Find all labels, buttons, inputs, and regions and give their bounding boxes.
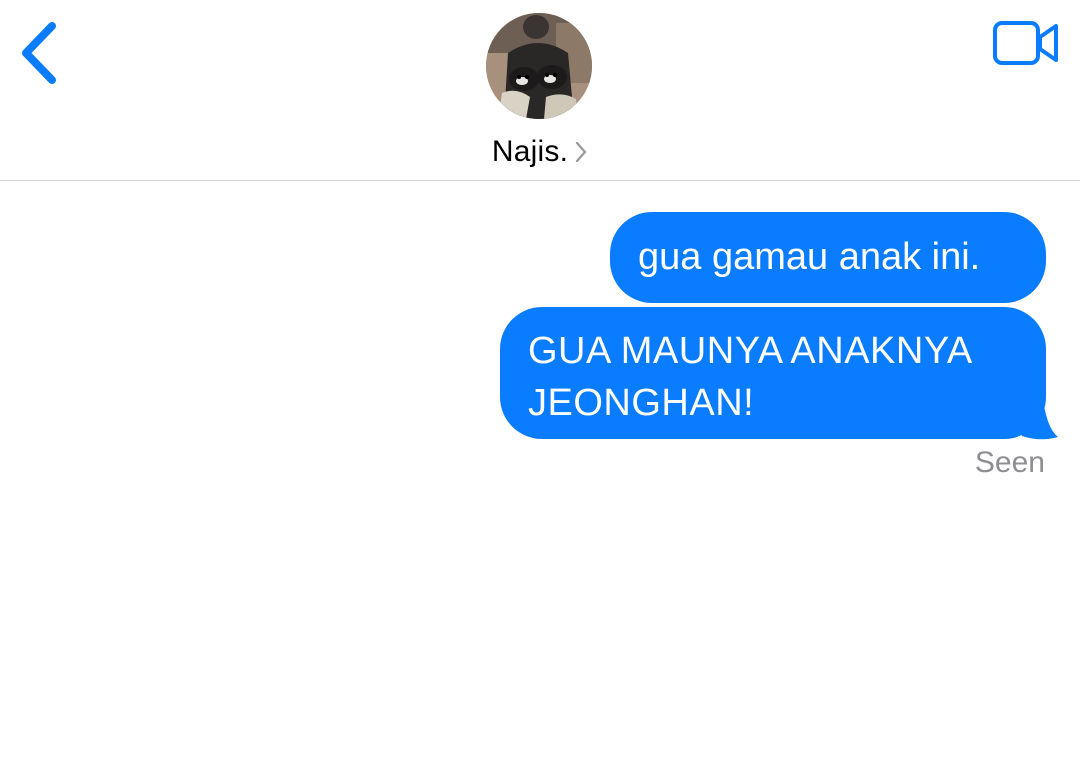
outgoing-message-bubble[interactable]: gua gamau anak ini. xyxy=(610,212,1046,303)
chat-screen: Najis. gua gamau anak ini. GUA MAUNYA AN… xyxy=(0,0,1080,759)
conversation-header: Najis. xyxy=(0,0,1080,181)
avatar[interactable] xyxy=(486,13,592,119)
contact-name: Najis. xyxy=(491,135,569,168)
contact-photo xyxy=(486,13,592,119)
video-call-button[interactable] xyxy=(990,18,1062,68)
back-button[interactable] xyxy=(14,16,70,90)
outgoing-message-bubble[interactable]: GUA MAUNYA ANAKNYA JEONGHAN! xyxy=(500,307,1046,439)
contact-info-button[interactable]: Najis. xyxy=(440,12,640,177)
message-text: gua gamau anak ini. xyxy=(638,236,981,278)
message-text: GUA MAUNYA ANAKNYA xyxy=(528,330,973,372)
chevron-right-icon xyxy=(574,140,588,164)
chevron-left-icon xyxy=(22,22,56,84)
contact-name-row[interactable]: Najis. xyxy=(440,132,640,172)
message-text: JEONGHAN! xyxy=(528,382,755,424)
video-camera-icon xyxy=(993,21,1058,65)
read-receipt: Seen xyxy=(974,446,1045,479)
